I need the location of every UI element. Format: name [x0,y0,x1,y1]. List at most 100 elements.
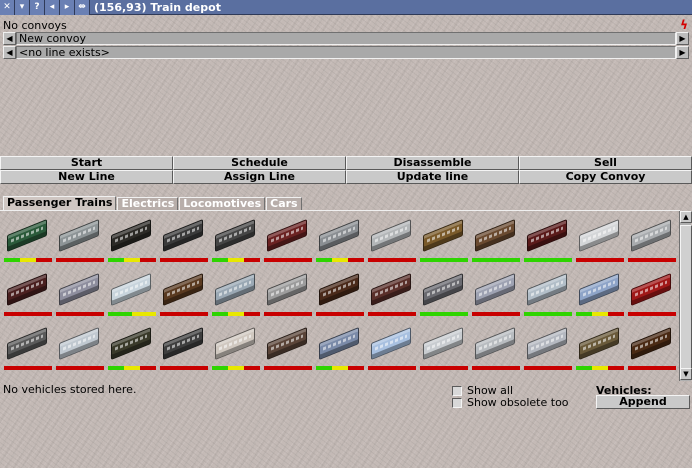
tab-cars[interactable]: Cars [266,197,302,211]
line-next-arrow-icon[interactable]: ▶ [676,46,689,59]
vehicle-slot[interactable] [626,319,676,371]
new-line-button[interactable]: New Line [0,170,173,184]
disassemble-button[interactable]: Disassemble [346,156,519,170]
vehicle-grid [2,211,678,381]
vehicle-status-bar [264,258,312,262]
sell-button[interactable]: Sell [519,156,692,170]
convoy-prev-arrow-icon[interactable]: ◀ [3,32,16,45]
vehicle-slot[interactable] [366,319,416,371]
vehicle-slot[interactable] [314,265,364,317]
vehicle-slot[interactable] [210,265,260,317]
vehicle-slot[interactable] [314,319,364,371]
vehicle-slot[interactable] [574,319,624,371]
vehicle-sprite [423,218,463,253]
vehicle-slot[interactable] [470,319,520,371]
vehicle-slot[interactable] [522,319,572,371]
vehicle-slot[interactable] [418,265,468,317]
vehicle-slot[interactable] [158,211,208,263]
vehicle-slot[interactable] [522,211,572,263]
close-icon[interactable]: ✕ [0,0,15,15]
vehicle-sprite [579,272,619,307]
vehicle-slot[interactable] [54,211,104,263]
vehicle-slot[interactable] [2,211,52,263]
vehicle-status-bar [160,312,208,316]
vehicle-sprite [111,272,151,307]
vehicle-slot[interactable] [106,265,156,317]
vehicle-sprite [111,218,151,253]
vehicle-slot[interactable] [418,319,468,371]
vehicle-status-bar [576,258,624,262]
vehicle-slot[interactable] [626,265,676,317]
schedule-button[interactable]: Schedule [173,156,346,170]
depot-status-text: No vehicles stored here. [3,383,137,396]
vehicle-sprite [59,218,99,253]
line-prev-arrow-icon[interactable]: ◀ [3,46,16,59]
line-selector-value[interactable]: <no line exists> [16,46,676,59]
pin-icon[interactable]: ⇹ [75,0,90,15]
update-line-button[interactable]: Update line [346,170,519,184]
vehicle-slot[interactable] [522,265,572,317]
vehicle-status-bar [472,366,520,370]
vehicle-slot[interactable] [418,211,468,263]
copy-convoy-button[interactable]: Copy Convoy [519,170,692,184]
vehicle-status-bar [420,258,468,262]
vehicle-sprite [267,218,307,253]
scroll-up-icon[interactable]: ▲ [680,211,692,223]
help-icon[interactable]: ? [30,0,45,15]
vehicle-slot[interactable] [366,211,416,263]
vehicle-sprite [631,272,671,307]
next-icon[interactable]: ▸ [60,0,75,15]
show-all-checkbox-box[interactable] [452,385,462,396]
show-obsolete-checkbox-box[interactable] [452,397,462,408]
vehicle-slot[interactable] [2,265,52,317]
menu-down-icon[interactable]: ▾ [15,0,30,15]
vehicle-slot[interactable] [470,211,520,263]
line-selector[interactable]: ◀ <no line exists> ▶ [3,46,689,59]
vehicle-slot[interactable] [262,319,312,371]
vehicle-sprite [423,272,463,307]
vehicle-sprite [371,326,411,361]
vehicle-sprite [475,272,515,307]
vehicle-sprite [579,218,619,253]
vehicle-slot[interactable] [54,265,104,317]
append-button[interactable]: Append [596,395,690,409]
vehicle-slot[interactable] [314,211,364,263]
vehicle-grid-scrollbar[interactable]: ▲ ▼ [679,211,692,381]
vehicle-sprite [527,326,567,361]
show-obsolete-label: Show obsolete too [467,396,569,409]
show-obsolete-checkbox[interactable]: Show obsolete too [452,396,569,409]
vehicle-slot[interactable] [366,265,416,317]
convoy-selector[interactable]: ◀ New convoy ▶ [3,32,689,45]
vehicle-slot[interactable] [106,319,156,371]
vehicle-sprite [59,326,99,361]
vehicle-slot[interactable] [626,211,676,263]
vehicle-slot[interactable] [574,211,624,263]
vehicle-sprite [371,218,411,253]
scroll-thumb[interactable] [680,225,692,371]
vehicle-slot[interactable] [470,265,520,317]
vehicle-slot[interactable] [262,211,312,263]
vehicle-slot[interactable] [210,211,260,263]
window-coords: (156,93) [94,0,147,14]
vehicle-slot[interactable] [158,265,208,317]
vehicle-slot[interactable] [2,319,52,371]
vehicle-slot[interactable] [210,319,260,371]
vehicle-slot[interactable] [262,265,312,317]
tab-locomotives[interactable]: Locomotives [179,197,266,211]
tab-electrics[interactable]: Electrics [117,197,179,211]
prev-icon[interactable]: ◂ [45,0,60,15]
convoy-next-arrow-icon[interactable]: ▶ [676,32,689,45]
vehicle-sprite [215,218,255,253]
convoy-selector-value[interactable]: New convoy [16,32,676,45]
vehicle-slot[interactable] [158,319,208,371]
start-button[interactable]: Start [0,156,173,170]
vehicle-status-bar [472,258,520,262]
vehicle-slot[interactable] [54,319,104,371]
scroll-down-icon[interactable]: ▼ [680,368,692,380]
convoy-status: No convoys [3,19,67,32]
vehicle-status-bar [4,312,52,316]
vehicle-slot[interactable] [574,265,624,317]
vehicle-slot[interactable] [106,211,156,263]
assign-line-button[interactable]: Assign Line [173,170,346,184]
tab-passenger-trains[interactable]: Passenger Trains [3,196,117,211]
